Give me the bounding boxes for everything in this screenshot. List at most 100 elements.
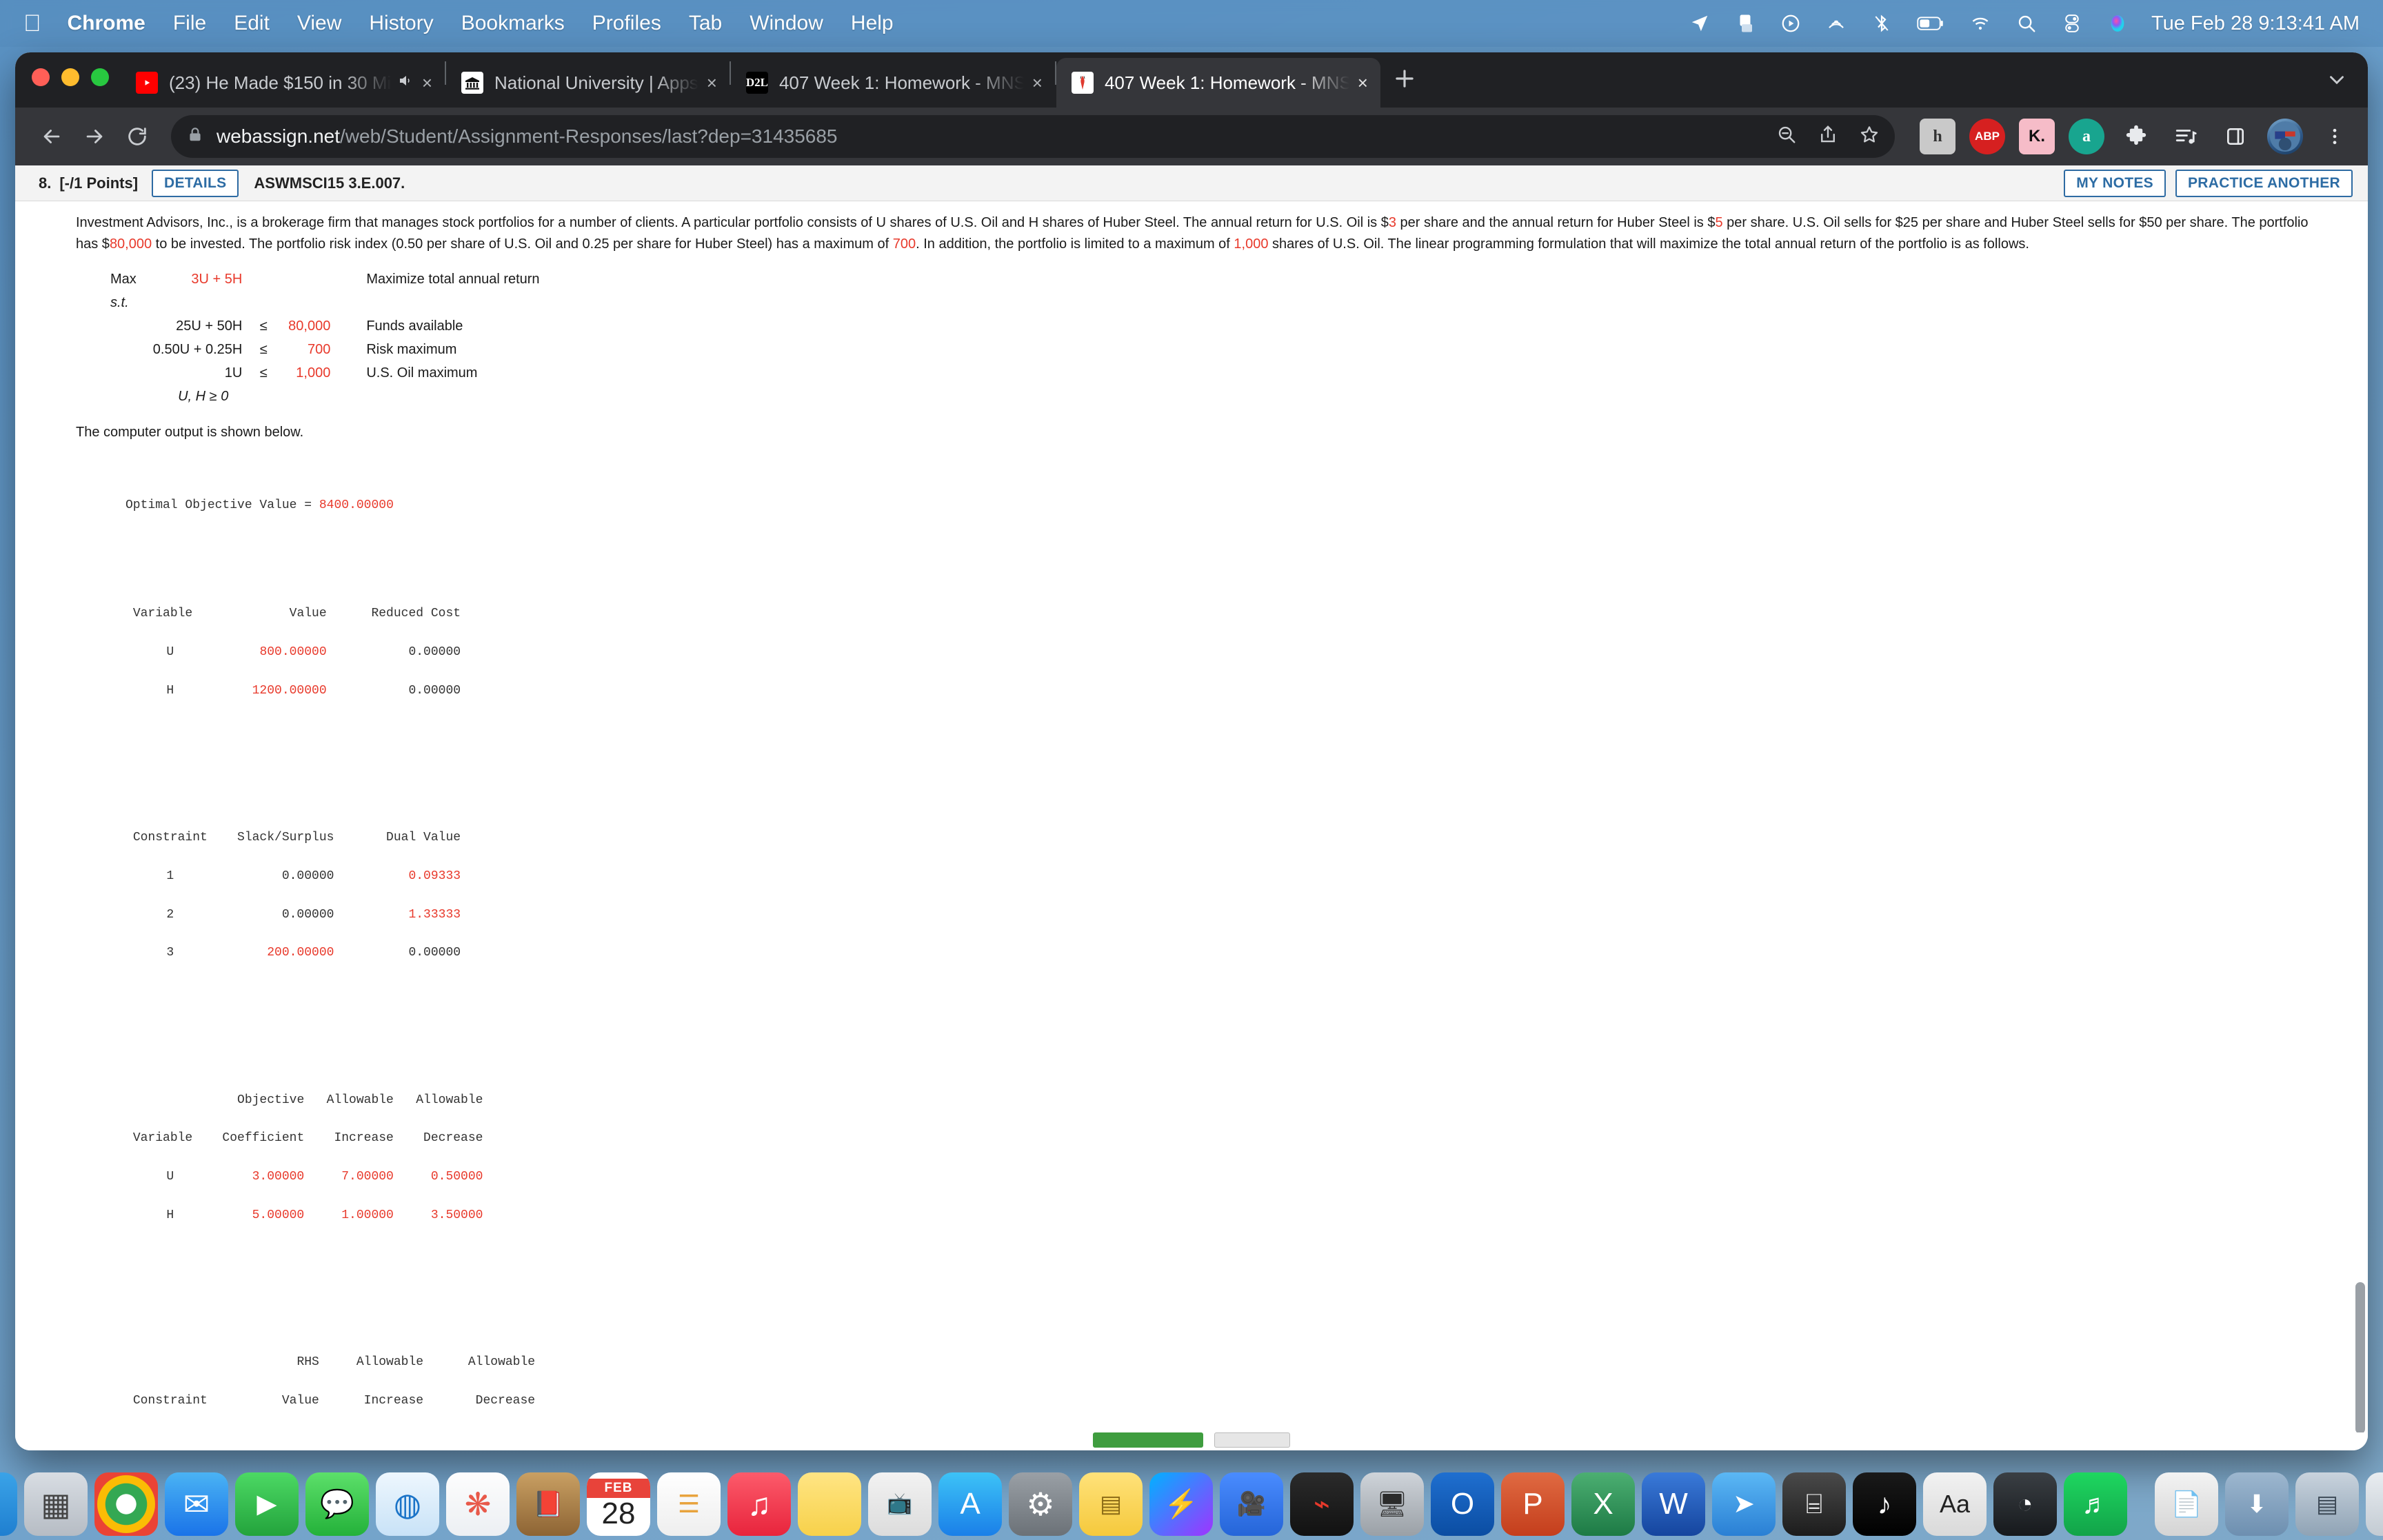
dock-item-zoom[interactable]: 🎥 xyxy=(1220,1472,1283,1536)
dock-item-messages[interactable]: 💬 xyxy=(305,1472,369,1536)
submit-button-peek[interactable] xyxy=(1093,1432,1203,1448)
address-bar[interactable]: webassign.net /web/Student/Assignment-Re… xyxy=(171,115,1895,158)
forward-icon[interactable] xyxy=(73,115,116,158)
reminders-icon: ☰ xyxy=(677,1490,701,1518)
bookmark-star-icon[interactable] xyxy=(1859,124,1880,150)
adblock-plus-extension-icon[interactable]: ABP xyxy=(1969,119,2005,154)
bluetooth-off-icon[interactable] xyxy=(1871,13,1892,34)
dock-item-reminders[interactable]: ☰ xyxy=(657,1472,721,1536)
dock-item-safari[interactable]: ◍ xyxy=(376,1472,439,1536)
siri-icon[interactable] xyxy=(2107,13,2128,34)
menu-item-history[interactable]: History xyxy=(369,12,433,35)
tab-close-button[interactable]: × xyxy=(1358,72,1368,94)
dock-item-facetime[interactable]: ▶ xyxy=(235,1472,299,1536)
menu-item-tab[interactable]: Tab xyxy=(689,12,722,35)
side-panel-icon[interactable] xyxy=(2218,119,2253,154)
menu-item-view[interactable]: View xyxy=(297,12,341,35)
menubar-clock[interactable]: Tue Feb 28 9:13:41 AM xyxy=(2151,12,2360,35)
dock-item-finder[interactable]: ☺ xyxy=(0,1472,17,1536)
browser-tab-webassign-homework[interactable]: 407 Week 1: Homework - MNSA × xyxy=(1056,58,1380,108)
minimize-window-button[interactable] xyxy=(61,68,79,86)
dock-item-trash[interactable]: 🗑 xyxy=(2366,1472,2383,1536)
dock-item-photos[interactable]: ❋ xyxy=(446,1472,510,1536)
battery-icon[interactable] xyxy=(1917,13,1944,34)
wifi-icon[interactable] xyxy=(1969,13,1991,34)
dock-item-music[interactable]: ♫ xyxy=(727,1472,791,1536)
menu-item-chrome[interactable]: Chrome xyxy=(68,12,145,35)
zoom-out-icon[interactable] xyxy=(1776,124,1797,150)
reload-icon[interactable] xyxy=(116,115,159,158)
chrome-menu-icon[interactable] xyxy=(2317,119,2353,154)
my-notes-button[interactable]: MY NOTES xyxy=(2064,169,2166,197)
menu-item-edit[interactable]: Edit xyxy=(234,12,270,35)
airdrop-icon[interactable] xyxy=(1826,13,1847,34)
browser-tab-youtube[interactable]: (23) He Made $150 in 30 Minutes × xyxy=(121,58,445,108)
dock-item-mail[interactable]: ✉ xyxy=(165,1472,228,1536)
screen-mirroring-icon[interactable] xyxy=(1735,13,1756,34)
dock-item-calculator[interactable]: ⌸ xyxy=(1782,1472,1846,1536)
video-camera-icon: 🎥 xyxy=(1236,1491,1267,1517)
dock-item-calendar[interactable]: FEB 28 xyxy=(587,1472,650,1536)
tab-close-button[interactable]: × xyxy=(1032,72,1043,94)
dock-item-app-store[interactable]: A xyxy=(938,1472,1002,1536)
menu-item-help[interactable]: Help xyxy=(851,12,894,35)
dock-item-adobe-acrobat[interactable]: ⌁ xyxy=(1290,1472,1354,1536)
new-tab-button[interactable] xyxy=(1391,65,1418,95)
dock-item-spotify[interactable]: ♬ xyxy=(2064,1472,2127,1536)
tab-close-button[interactable]: × xyxy=(422,72,432,94)
maximize-window-button[interactable] xyxy=(91,68,109,86)
back-icon[interactable] xyxy=(30,115,73,158)
share-icon[interactable] xyxy=(1818,124,1838,150)
control-center-icon[interactable] xyxy=(2062,13,2082,34)
secondary-button-peek[interactable] xyxy=(1214,1432,1290,1448)
dock-item-nordvpn[interactable]: ➤ xyxy=(1712,1472,1776,1536)
dock-item-microsoft-outlook[interactable]: O xyxy=(1431,1472,1494,1536)
dock-item-contacts[interactable]: 📕 xyxy=(516,1472,580,1536)
amazon-assistant-extension-icon[interactable]: a xyxy=(2069,119,2104,154)
tab-audio-icon[interactable] xyxy=(397,72,414,94)
dock-item-recent-stack[interactable]: ▤ xyxy=(2295,1472,2359,1536)
menu-item-profiles[interactable]: Profiles xyxy=(592,12,661,35)
dock-item-launchpad[interactable]: ▦ xyxy=(24,1472,88,1536)
dock-item-dictionary[interactable]: Aa xyxy=(1923,1472,1987,1536)
dock-item-notes[interactable] xyxy=(798,1472,861,1536)
dock-item-microsoft-word[interactable]: W xyxy=(1642,1472,1705,1536)
dock-item-downloads-stack[interactable]: ⬇ xyxy=(2225,1472,2289,1536)
dock-item-microsoft-excel[interactable]: X xyxy=(1571,1472,1635,1536)
nordvpn-icon: ➤ xyxy=(1733,1490,1755,1519)
klarna-extension-icon[interactable]: K. xyxy=(2019,119,2055,154)
menu-item-file[interactable]: File xyxy=(173,12,206,35)
dock-item-messenger[interactable]: ⚡ xyxy=(1149,1472,1213,1536)
browser-tab-national-university[interactable]: National University | Apps × xyxy=(446,58,730,108)
now-playing-icon[interactable] xyxy=(1780,13,1801,34)
dock-item-tv[interactable]: 📺 xyxy=(868,1472,932,1536)
location-arrow-icon[interactable] xyxy=(1689,13,1710,34)
con-name: 1 xyxy=(166,869,174,883)
browser-tab-d2l-homework[interactable]: D2L 407 Week 1: Homework - MNSA × xyxy=(731,58,1055,108)
extensions-puzzle-icon[interactable] xyxy=(2118,119,2154,154)
reading-list-icon[interactable] xyxy=(2168,119,2204,154)
tab-search-button[interactable] xyxy=(2325,68,2349,95)
dock-item-microsoft-powerpoint[interactable]: P xyxy=(1501,1472,1565,1536)
col-dual-value: Dual Value xyxy=(386,831,461,845)
constraints-row-3: 3 200.00000 0.00000 xyxy=(125,944,2340,963)
profile-avatar[interactable] xyxy=(2267,119,2303,154)
honey-extension-icon[interactable]: h xyxy=(1920,119,1955,154)
vertical-scrollbar[interactable] xyxy=(2355,1282,2365,1434)
dock-item-stickies[interactable]: ▤ xyxy=(1079,1472,1143,1536)
dock-item-documents-stack[interactable]: 📄 xyxy=(2155,1472,2218,1536)
details-button[interactable]: DETAILS xyxy=(152,169,239,197)
practice-another-button[interactable]: PRACTICE ANOTHER xyxy=(2175,169,2353,197)
dock-item-tiktok[interactable]: ♪ xyxy=(1853,1472,1916,1536)
menu-item-bookmarks[interactable]: Bookmarks xyxy=(461,12,565,35)
spotlight-search-icon[interactable] xyxy=(2016,13,2037,34)
close-window-button[interactable] xyxy=(32,68,50,86)
menu-item-window[interactable]: Window xyxy=(750,12,823,35)
dock-item-system-preferences[interactable]: ⚙ xyxy=(1009,1472,1072,1536)
dock-item-google-chrome[interactable] xyxy=(94,1472,158,1536)
obj-coef: 5.00000 xyxy=(252,1208,305,1222)
apple-menu-icon[interactable]:  xyxy=(23,12,41,35)
dock-item-speedtest[interactable]: ◔ xyxy=(1993,1472,2057,1536)
dock-item-screen-sharing[interactable]: 🖥 xyxy=(1360,1472,1424,1536)
tab-close-button[interactable]: × xyxy=(707,72,717,94)
